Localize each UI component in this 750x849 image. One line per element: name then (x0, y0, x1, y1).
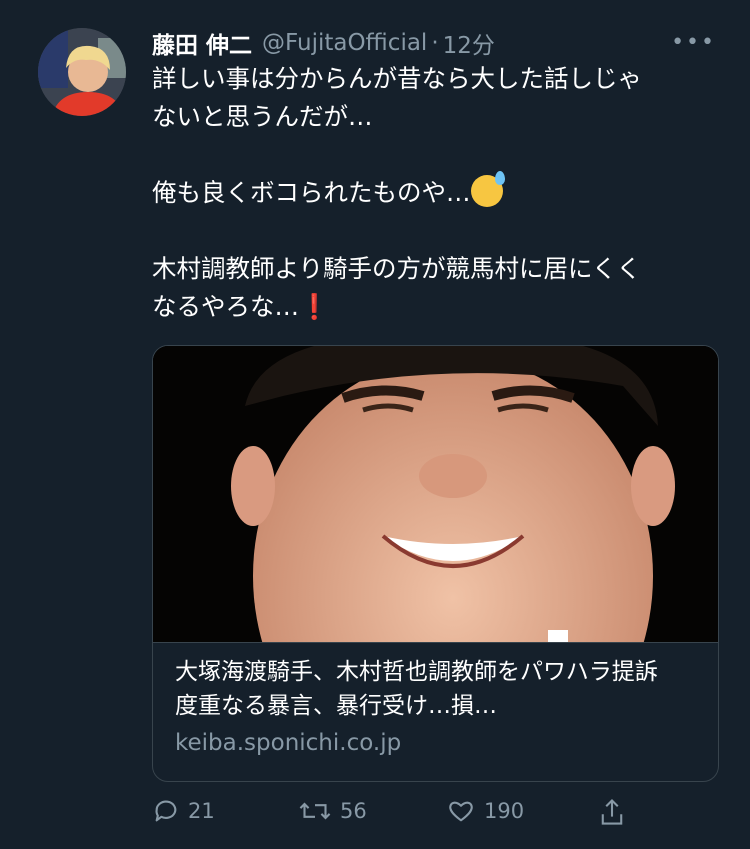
link-card[interactable]: 大塚海渡騎手、木村哲也調教師をパワハラ提訴 度重なる暴言、暴行受け…損… kei… (152, 345, 719, 782)
like-button[interactable]: 190 (446, 797, 524, 825)
tweet-line: 木村調教師より騎手の方が競馬村に居にくく (152, 254, 642, 283)
tweet-line: 俺も良くボコられたものや… (152, 178, 471, 207)
red-exclamation-emoji-icon: ❗ (299, 292, 330, 321)
card-domain: keiba.sponichi.co.jp (175, 730, 402, 756)
more-options-icon[interactable]: ••• (671, 30, 716, 55)
tweet-line: 詳しい事は分からんが昔なら大した話しじゃ (152, 64, 642, 93)
author-handle[interactable]: @FujitaOfficial (262, 30, 427, 56)
tweet-text: 詳しい事は分からんが昔なら大した話しじゃ ないと思うんだが… 俺も良くボコられた… (152, 60, 727, 326)
tweet-line-with-emoji: 俺も良くボコられたものや… (152, 171, 727, 212)
separator-dot: · (431, 30, 439, 56)
reply-icon (155, 800, 177, 822)
share-button[interactable] (598, 797, 634, 827)
tweet-line-with-emoji: なるやろな…❗ (152, 288, 727, 326)
share-icon (601, 798, 623, 825)
tweet-header: 藤田 伸二 @FujitaOfficial · 12分 (152, 26, 495, 60)
reply-count: 21 (188, 799, 215, 823)
heart-icon (449, 801, 473, 822)
card-body: 大塚海渡騎手、木村哲也調教師をパワハラ提訴 度重なる暴言、暴行受け…損… kei… (153, 642, 718, 761)
retweet-count: 56 (340, 799, 367, 823)
like-count: 190 (484, 799, 525, 823)
retweet-icon (299, 802, 331, 820)
avatar-image (38, 28, 126, 116)
author-name[interactable]: 藤田 伸二 (152, 26, 252, 60)
card-title: 大塚海渡騎手、木村哲也調教師をパワハラ提訴 度重なる暴言、暴行受け…損… (175, 659, 681, 719)
tweet-line: なるやろな… (152, 292, 299, 321)
reply-button[interactable]: 21 (152, 797, 215, 825)
tweet-line: ないと思うんだが… (152, 102, 373, 131)
timestamp[interactable]: 12分 (443, 26, 495, 60)
retweet-button[interactable]: 56 (298, 797, 367, 825)
tweet-actions: 21 56 190 (152, 797, 632, 833)
card-image (153, 346, 718, 642)
sweat-smile-emoji-icon (470, 171, 505, 207)
avatar[interactable] (38, 28, 126, 116)
